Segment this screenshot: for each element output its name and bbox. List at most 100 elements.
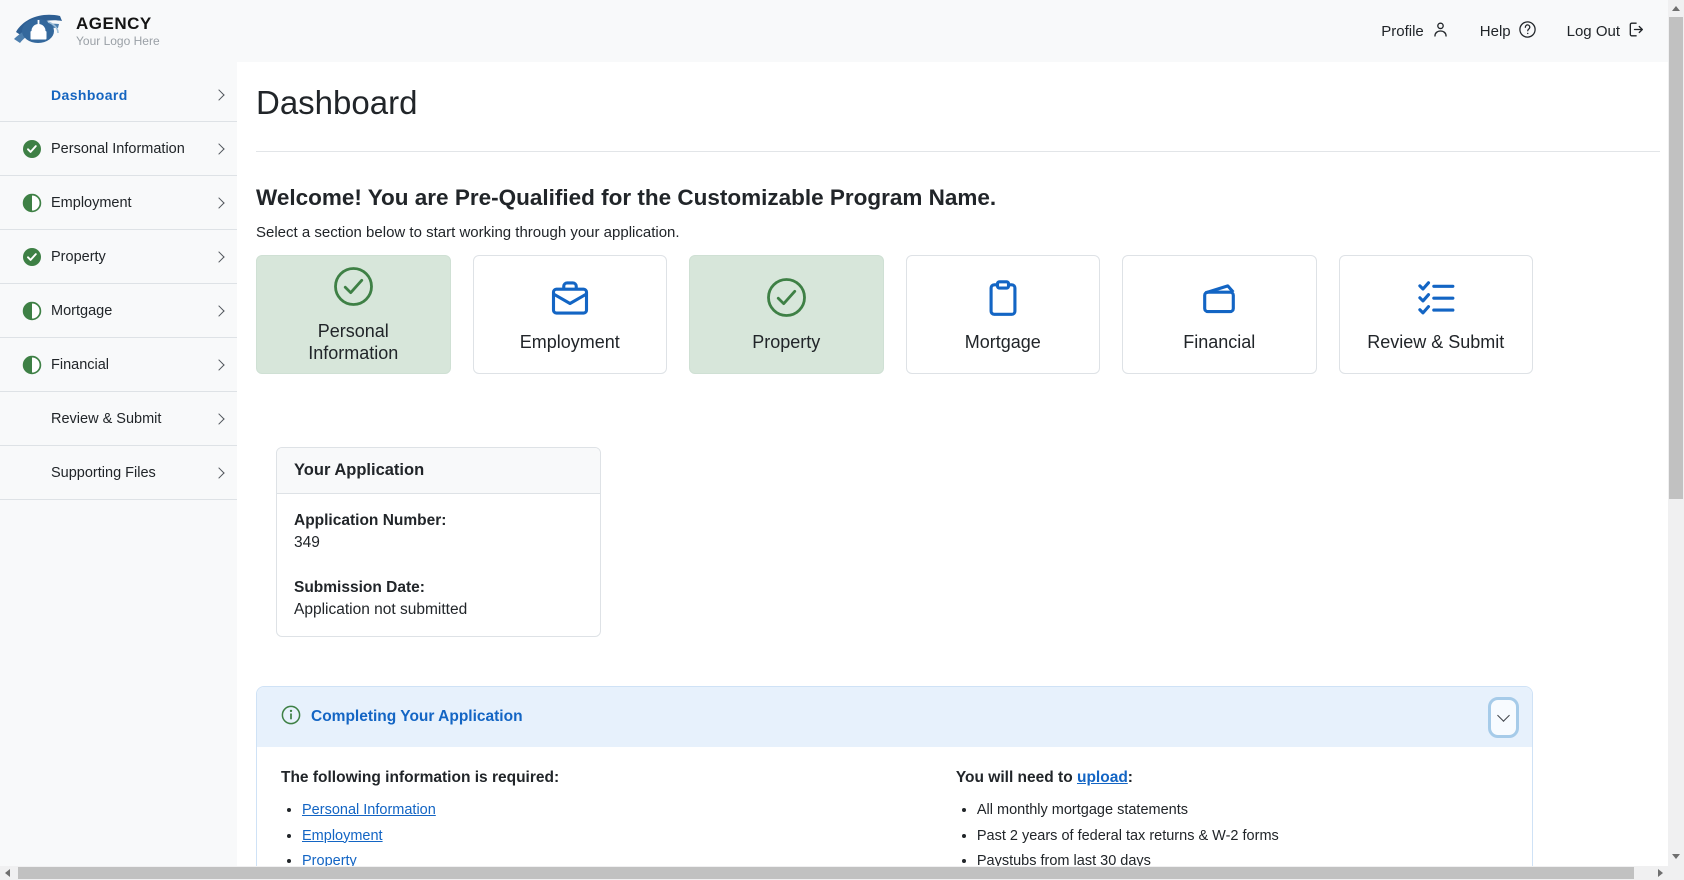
submission-date-label: Submission Date:: [294, 579, 425, 596]
chevron-right-icon: [213, 412, 225, 425]
sidebar-item-supporting-files[interactable]: Supporting Files: [0, 446, 237, 500]
sidebar-nav: Dashboard Personal Information Employmen…: [0, 62, 237, 866]
panel-body: The following information is required: P…: [257, 747, 1532, 866]
completing-application-header[interactable]: Completing Your Application: [257, 687, 1532, 747]
collapse-toggle-button[interactable]: [1488, 696, 1519, 738]
list-item: Past 2 years of federal tax returns & W-…: [977, 827, 1508, 847]
application-card-title: Your Application: [277, 448, 600, 494]
wallet-icon: [1197, 276, 1241, 325]
list-item: Paystubs from last 30 days: [977, 852, 1508, 866]
sidebar-item-property[interactable]: Property: [0, 230, 237, 284]
briefcase-icon: [548, 276, 592, 325]
person-icon: [1431, 20, 1450, 43]
horizontal-scrollbar-thumb[interactable]: [18, 867, 1634, 879]
logout-button[interactable]: Log Out: [1567, 20, 1646, 43]
sidebar-item-employment[interactable]: Employment: [0, 176, 237, 230]
check-circle-icon: [764, 275, 809, 325]
your-application-card: Your Application Application Number: 349…: [276, 447, 601, 637]
logo-title: AGENCY: [76, 13, 152, 33]
scroll-up-arrow[interactable]: [1672, 6, 1680, 11]
upload-heading-prefix: You will need to: [955, 769, 1077, 786]
check-circle-icon: [331, 264, 376, 314]
sidebar-item-label: Dashboard: [51, 86, 128, 103]
logo-subtitle: Your Logo Here: [76, 33, 160, 48]
complete-check-icon: [22, 247, 42, 267]
info-icon: [281, 705, 301, 730]
card-label: Review & Submit: [1367, 331, 1505, 352]
welcome-heading: Welcome! You are Pre-Qualified for the C…: [256, 185, 997, 210]
checklist-icon: [1414, 276, 1458, 325]
submission-date-value: Application not submitted: [294, 601, 468, 618]
horizontal-scrollbar[interactable]: [0, 866, 1668, 880]
in-progress-icon: [22, 193, 42, 213]
panel-title: Completing Your Application: [311, 708, 523, 725]
application-number-value: 349: [294, 534, 320, 551]
card-financial[interactable]: Financial: [1122, 255, 1317, 374]
sidebar-item-label: Supporting Files: [51, 464, 156, 481]
scroll-right-arrow[interactable]: [1658, 869, 1663, 877]
help-label: Help: [1479, 22, 1511, 40]
vertical-scrollbar-thumb[interactable]: [1669, 17, 1683, 499]
required-info-heading: The following information is required:: [281, 769, 560, 786]
upload-heading: You will need to upload:: [956, 769, 1508, 787]
sidebar-item-label: Mortgage: [51, 302, 113, 319]
capitol-swoosh-icon: [12, 8, 68, 55]
sidebar-item-label: Property: [51, 248, 106, 265]
sidebar-item-financial[interactable]: Financial: [0, 338, 237, 392]
card-label: Employment: [519, 331, 620, 352]
page-title: Dashboard: [256, 84, 418, 121]
clipboard-icon: [981, 276, 1025, 325]
vertical-scrollbar[interactable]: [1668, 0, 1684, 866]
card-label: Property: [752, 332, 821, 353]
logout-icon: [1627, 20, 1646, 43]
sidebar-item-label: Review & Submit: [51, 410, 162, 427]
list-item: Employment: [302, 827, 956, 847]
sidebar-item-label: Personal Information: [51, 140, 185, 157]
scroll-left-arrow[interactable]: [5, 869, 10, 877]
logout-label: Log Out: [1566, 22, 1620, 40]
help-button[interactable]: Help: [1480, 20, 1537, 43]
card-employment[interactable]: Employment: [472, 255, 667, 374]
sidebar-item-personal-information[interactable]: Personal Information: [0, 122, 237, 176]
upload-link[interactable]: upload: [1077, 769, 1128, 786]
submission-date-field: Submission Date: Application not submitt…: [294, 578, 583, 619]
required-links-list: Personal Information Employment Property: [281, 801, 956, 866]
scroll-down-arrow[interactable]: [1672, 854, 1680, 859]
card-property[interactable]: Property: [689, 255, 884, 374]
help-icon: [1518, 20, 1537, 43]
status-icon-slot: [22, 463, 42, 483]
list-item: Property: [302, 852, 956, 866]
in-progress-icon: [22, 301, 42, 321]
card-personal-information[interactable]: Personal Information: [256, 255, 451, 374]
status-icon-slot: [22, 85, 42, 105]
chevron-right-icon: [213, 250, 225, 263]
personal-information-link[interactable]: Personal Information: [302, 802, 436, 818]
app-window: AGENCY Your Logo Here Profile Help Log O…: [0, 0, 1668, 866]
card-review-submit[interactable]: Review & Submit: [1338, 255, 1533, 374]
chevron-right-icon: [213, 196, 225, 209]
property-link[interactable]: Property: [302, 853, 357, 866]
card-label: Personal Information: [308, 321, 399, 363]
top-header: AGENCY Your Logo Here Profile Help Log O…: [0, 0, 1668, 62]
upload-heading-suffix: :: [1127, 769, 1133, 786]
card-mortgage[interactable]: Mortgage: [905, 255, 1100, 374]
application-number-label: Application Number:: [294, 512, 447, 529]
card-label: Financial: [1183, 331, 1256, 352]
card-label: Mortgage: [964, 331, 1041, 352]
chevron-down-icon: [1497, 708, 1510, 722]
main-content: Dashboard Welcome! You are Pre-Qualified…: [237, 62, 1668, 866]
section-cards-row: Personal Information Employment Property: [256, 255, 1533, 374]
application-number-field: Application Number: 349: [294, 511, 583, 552]
profile-button[interactable]: Profile: [1381, 20, 1450, 43]
employment-link[interactable]: Employment: [302, 828, 383, 844]
complete-check-icon: [22, 139, 42, 159]
profile-label: Profile: [1381, 22, 1424, 40]
sidebar-item-review-submit[interactable]: Review & Submit: [0, 392, 237, 446]
chevron-right-icon: [213, 358, 225, 371]
in-progress-icon: [22, 355, 42, 375]
scrollbar-corner: [1668, 866, 1684, 880]
sidebar-item-mortgage[interactable]: Mortgage: [0, 284, 237, 338]
sidebar-item-label: Financial: [51, 356, 110, 373]
sidebar-item-dashboard[interactable]: Dashboard: [0, 68, 237, 122]
chevron-right-icon: [213, 466, 225, 479]
